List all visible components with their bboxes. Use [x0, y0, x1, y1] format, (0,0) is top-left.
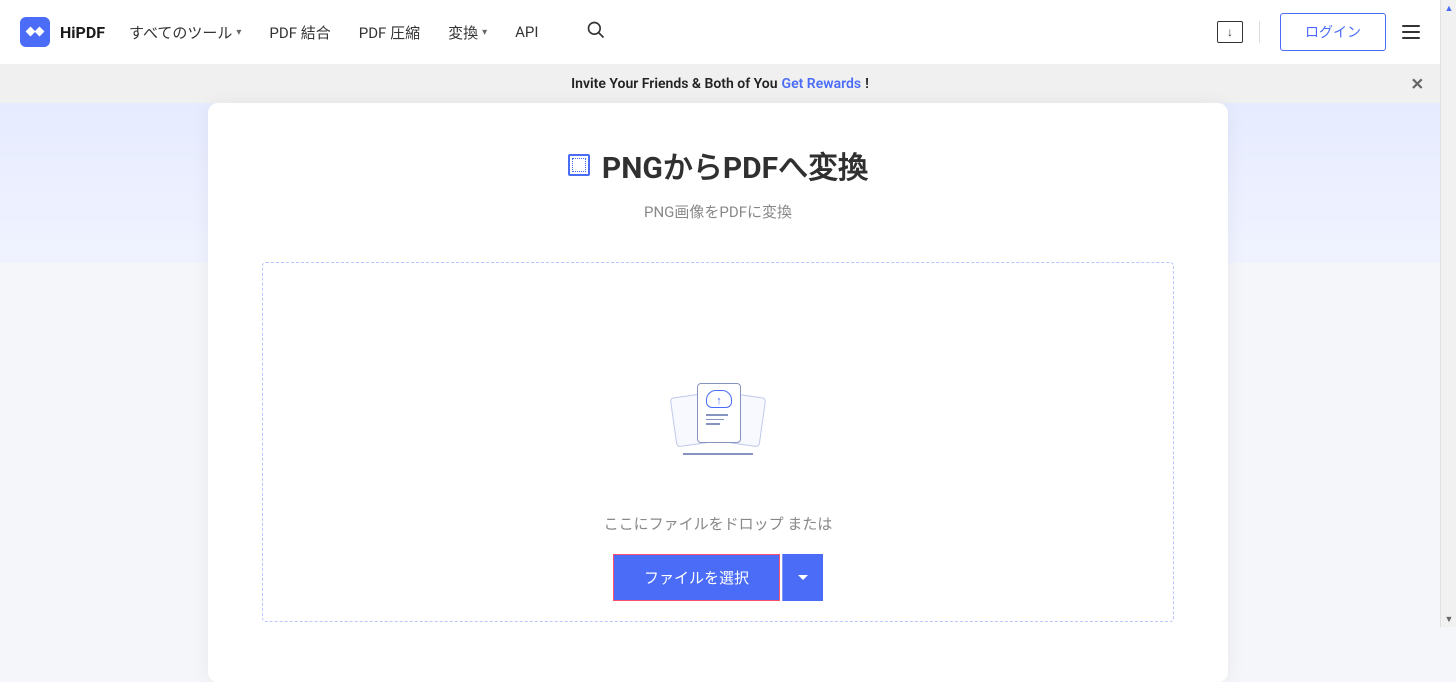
divider [1259, 21, 1260, 43]
close-icon[interactable]: ✕ [1411, 75, 1424, 94]
banner-text-prefix: Invite Your Friends & Both of You [571, 76, 777, 92]
card-title-row: PNGからPDFへ変換 [208, 143, 1228, 187]
nav-merge[interactable]: PDF 結合 [269, 22, 330, 43]
converter-card: PNGからPDFへ変換 PNG画像をPDFに変換 ↑ ここにファイルをドロップ … [208, 103, 1228, 682]
nav-all-tools[interactable]: すべてのツール ▾ [129, 22, 241, 43]
chevron-down-icon [797, 574, 809, 582]
select-button-group: ファイルを選択 [613, 554, 823, 601]
chevron-down-icon: ▾ [482, 27, 487, 38]
login-button[interactable]: ログイン [1280, 13, 1386, 51]
search-icon[interactable] [586, 20, 606, 44]
png-file-icon [568, 154, 590, 176]
drop-instruction-text: ここにファイルをドロップ または [604, 513, 833, 534]
nav: すべてのツール ▾ PDF 結合 PDF 圧縮 変換 ▾ API [129, 20, 606, 44]
nav-label: API [515, 23, 538, 41]
nav-convert[interactable]: 変換 ▾ [448, 22, 487, 43]
page-title: PNGからPDFへ変換 [602, 143, 868, 187]
nav-api[interactable]: API [515, 23, 538, 41]
nav-label: すべてのツール [129, 22, 232, 43]
hamburger-menu-icon[interactable] [1402, 25, 1420, 39]
select-file-button[interactable]: ファイルを選択 [613, 554, 780, 601]
nav-label: PDF 結合 [269, 22, 330, 43]
banner-text-suffix: ! [865, 76, 869, 92]
file-dropzone[interactable]: ↑ ここにファイルをドロップ または ファイルを選択 [262, 262, 1174, 622]
download-icon[interactable] [1217, 21, 1243, 43]
page-subtitle: PNG画像をPDFに変換 [208, 201, 1228, 222]
nav-label: 変換 [448, 22, 478, 43]
scroll-up-arrow-icon[interactable]: ▲ [1441, 0, 1456, 16]
logo-icon[interactable] [20, 17, 50, 47]
scroll-down-arrow-icon[interactable]: ▼ [1441, 611, 1456, 627]
select-file-dropdown-button[interactable] [782, 554, 823, 601]
promo-banner: Invite Your Friends & Both of You Get Re… [0, 65, 1440, 103]
scrollbar[interactable]: ▲ ▼ [1440, 0, 1456, 627]
chevron-down-icon: ▾ [236, 27, 241, 38]
upload-illustration-icon: ↑ [673, 383, 763, 453]
header: HiPDF すべてのツール ▾ PDF 結合 PDF 圧縮 変換 ▾ API ロ… [0, 0, 1440, 65]
nav-label: PDF 圧縮 [359, 22, 420, 43]
nav-compress[interactable]: PDF 圧縮 [359, 22, 420, 43]
banner-link[interactable]: Get Rewards [782, 76, 862, 92]
brand-name[interactable]: HiPDF [60, 23, 105, 42]
